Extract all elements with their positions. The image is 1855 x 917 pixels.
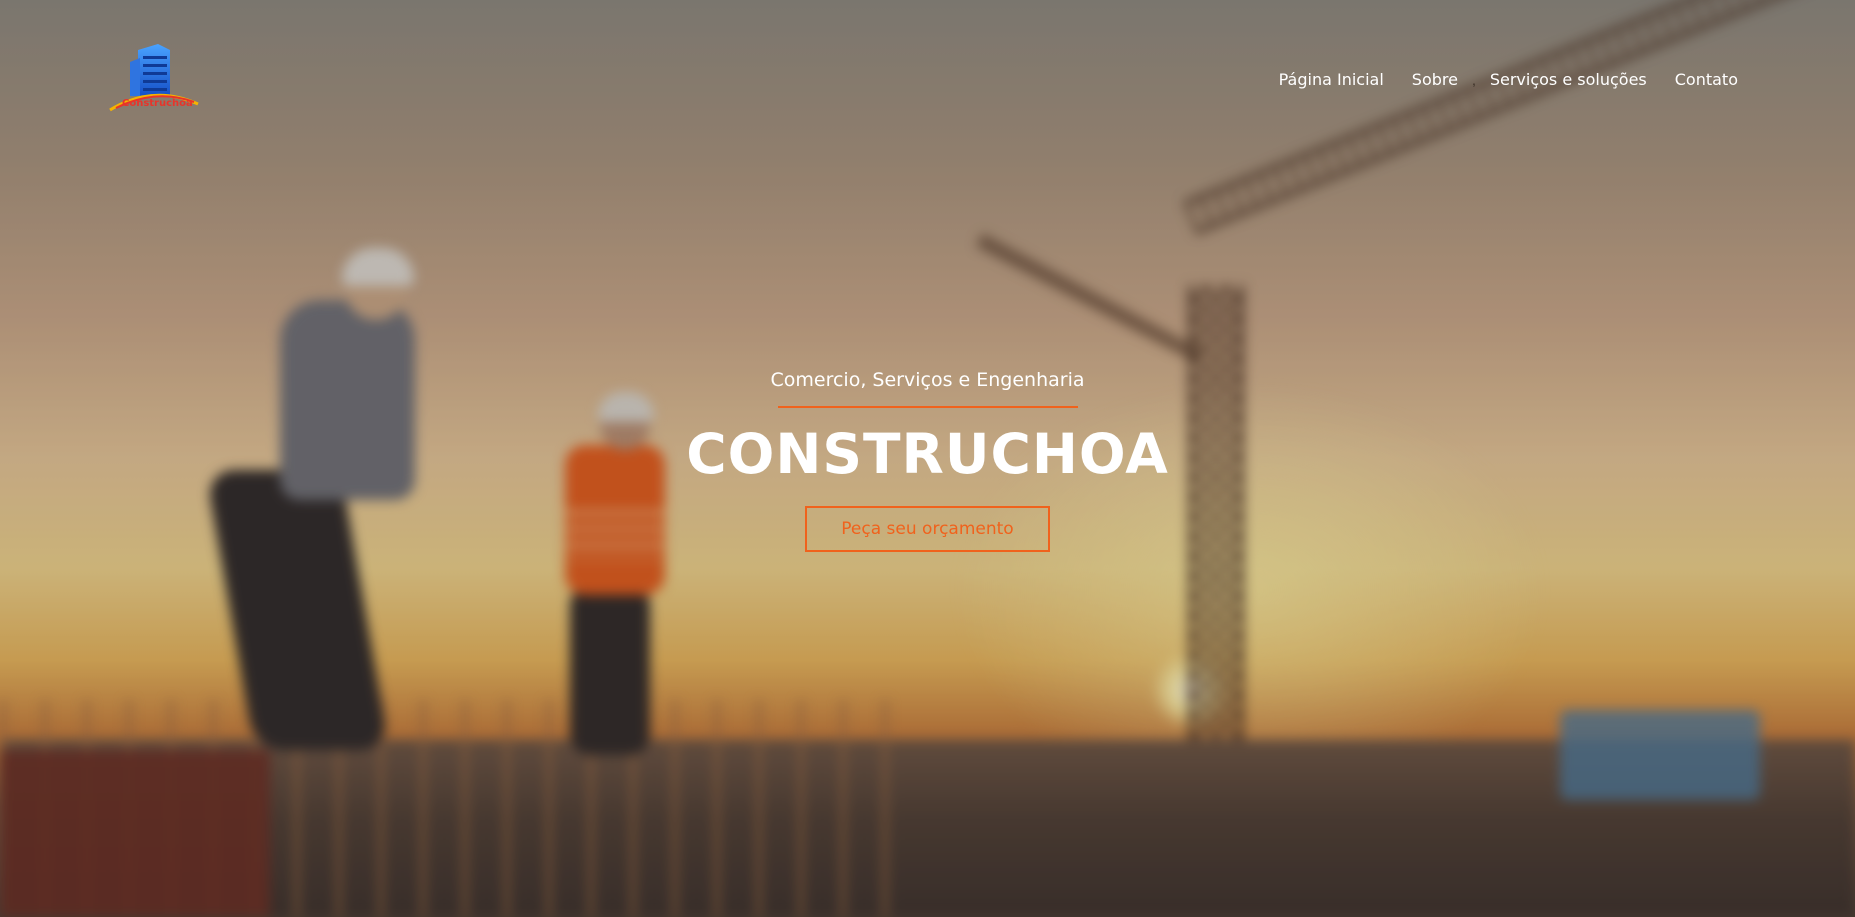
building-logo-icon: Construchoa xyxy=(109,44,199,112)
nav-separator: , xyxy=(1471,71,1476,88)
logo-text: Construchoa xyxy=(122,98,193,109)
hero-title: CONSTRUCHOA xyxy=(686,422,1169,486)
hero-content: Comercio, Serviços e Engenharia CONSTRUC… xyxy=(0,360,1855,552)
request-quote-button[interactable]: Peça seu orçamento xyxy=(805,506,1050,552)
hero-section: Construchoa Página Inicial Sobre , Servi… xyxy=(0,0,1855,917)
nav-link-home[interactable]: Página Inicial xyxy=(1279,70,1384,89)
logo[interactable]: Construchoa xyxy=(108,44,208,116)
hero-divider xyxy=(777,406,1078,408)
nav-link-contact[interactable]: Contato xyxy=(1675,70,1738,89)
nav-link-about[interactable]: Sobre xyxy=(1412,70,1458,89)
hero-subtitle: Comercio, Serviços e Engenharia xyxy=(770,369,1085,391)
nav-link-services[interactable]: Serviços e soluções xyxy=(1490,70,1647,89)
main-nav: Página Inicial Sobre , Serviços e soluçõ… xyxy=(1279,70,1738,89)
